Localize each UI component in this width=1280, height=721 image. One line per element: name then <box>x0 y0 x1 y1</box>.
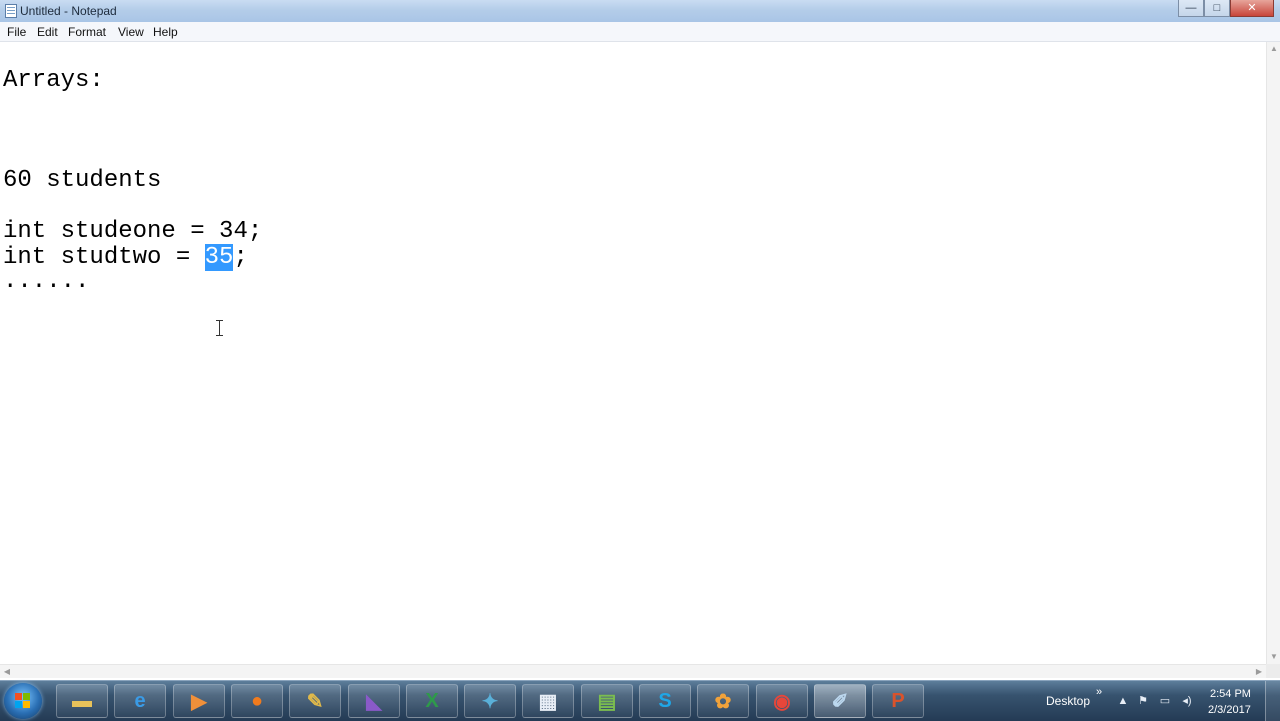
editor-line: ...... <box>3 268 90 295</box>
taskbar-notepad[interactable]: ✐ <box>814 684 866 718</box>
taskbar-explorer[interactable]: ▬ <box>56 684 108 718</box>
windows-logo-icon <box>15 693 31 709</box>
window-title: Untitled - Notepad <box>20 4 117 18</box>
system-tray: Desktop » ▲ ⚑ ▭ ◂) 2:54 PM 2/3/2017 <box>1040 681 1280 721</box>
notepad-icon: ✐ <box>831 690 849 713</box>
notepad-app-icon[interactable] <box>5 4 17 18</box>
powerpoint-icon: P <box>891 689 905 712</box>
menu-format[interactable]: Format <box>68 25 106 39</box>
taskbar-calendar-app[interactable]: ▦ <box>522 684 574 718</box>
menu-edit[interactable]: Edit <box>37 25 58 39</box>
network-icon[interactable]: ▭ <box>1158 694 1172 708</box>
action-center-flag-icon[interactable]: ⚑ <box>1136 694 1150 708</box>
taskbar-internet-explorer[interactable]: e <box>114 684 166 718</box>
taskbar-tool[interactable]: ✎ <box>289 684 341 718</box>
scroll-left-icon[interactable]: ◀ <box>0 665 14 679</box>
desktop-toolbar-label[interactable]: Desktop <box>1046 694 1090 708</box>
editor-line: int studeone = 34; <box>3 218 263 245</box>
clock-time[interactable]: 2:54 PM <box>1210 688 1251 700</box>
taskbar-visual-studio[interactable]: ◣ <box>348 684 400 718</box>
ie-icon: e <box>134 689 146 712</box>
minimize-button[interactable]: — <box>1178 0 1204 17</box>
excel-icon: X <box>425 689 439 712</box>
show-hidden-icons-icon[interactable]: ▲ <box>1116 694 1130 708</box>
scroll-right-icon[interactable]: ▶ <box>1252 665 1266 679</box>
taskbar-excel[interactable]: X <box>406 684 458 718</box>
editor-line: Arrays: <box>3 67 104 94</box>
flower-icon: ✿ <box>714 690 732 713</box>
menu-view[interactable]: View <box>118 25 144 39</box>
visual-studio-icon: ◣ <box>366 690 382 713</box>
skype-icon: S <box>658 689 672 712</box>
text-cursor-icon <box>215 320 225 336</box>
files-icon: ▤ <box>597 690 617 713</box>
taskbar-powerpoint[interactable]: P <box>872 684 924 718</box>
folder-icon: ▬ <box>72 689 92 712</box>
selected-text: 35 <box>204 244 234 271</box>
taskbar-chrome[interactable]: ◉ <box>756 684 808 718</box>
menu-bar: File Edit Format View Help <box>0 22 1280 42</box>
editor-line: 60 students <box>3 167 162 194</box>
taskbar-network-app[interactable]: ✦ <box>464 684 516 718</box>
chrome-icon: ◉ <box>773 690 791 713</box>
network-icon: ✦ <box>481 690 499 713</box>
taskbar-firefox[interactable]: ● <box>231 684 283 718</box>
title-bar: Untitled - Notepad — □ ✕ <box>0 0 1280 23</box>
tool-icon: ✎ <box>306 690 324 713</box>
volume-icon[interactable]: ◂) <box>1180 694 1194 708</box>
vertical-scrollbar[interactable]: ▲ ▼ <box>1266 42 1280 664</box>
taskbar-skype[interactable]: S <box>639 684 691 718</box>
scrollbar-corner <box>1266 664 1280 678</box>
taskbar-files-app[interactable]: ▤ <box>581 684 633 718</box>
window-controls: — □ ✕ <box>1178 0 1274 18</box>
horizontal-scrollbar[interactable]: ◀ ▶ <box>0 664 1266 678</box>
calendar-icon: ▦ <box>538 690 558 713</box>
firefox-icon: ● <box>250 689 264 712</box>
editor-line-end: ; <box>233 244 248 271</box>
editor-line-text: int studtwo = <box>3 244 205 271</box>
taskbar-flower-app[interactable]: ✿ <box>697 684 749 718</box>
close-button[interactable]: ✕ <box>1230 0 1274 17</box>
start-button[interactable] <box>4 683 42 719</box>
text-editor[interactable]: Arrays: 60 students int studeone = 34; i… <box>0 42 1266 664</box>
toolbar-expand-icon[interactable]: » <box>1096 686 1102 698</box>
menu-file[interactable]: File <box>7 25 26 39</box>
taskbar: ▬ e ▶ ● ✎ ◣ X ✦ ▦ ▤ S ✿ ◉ ✐ P Desktop » ▲ ⚑ ▭ ◂) 2:54 … <box>0 680 1280 721</box>
show-desktop-button[interactable] <box>1265 681 1280 721</box>
taskbar-media-player[interactable]: ▶ <box>173 684 225 718</box>
maximize-button[interactable]: □ <box>1204 0 1230 17</box>
scroll-down-icon[interactable]: ▼ <box>1267 650 1280 664</box>
clock-date[interactable]: 2/3/2017 <box>1208 704 1251 716</box>
scroll-up-icon[interactable]: ▲ <box>1267 42 1280 56</box>
menu-help[interactable]: Help <box>153 25 178 39</box>
media-player-icon: ▶ <box>191 690 207 713</box>
